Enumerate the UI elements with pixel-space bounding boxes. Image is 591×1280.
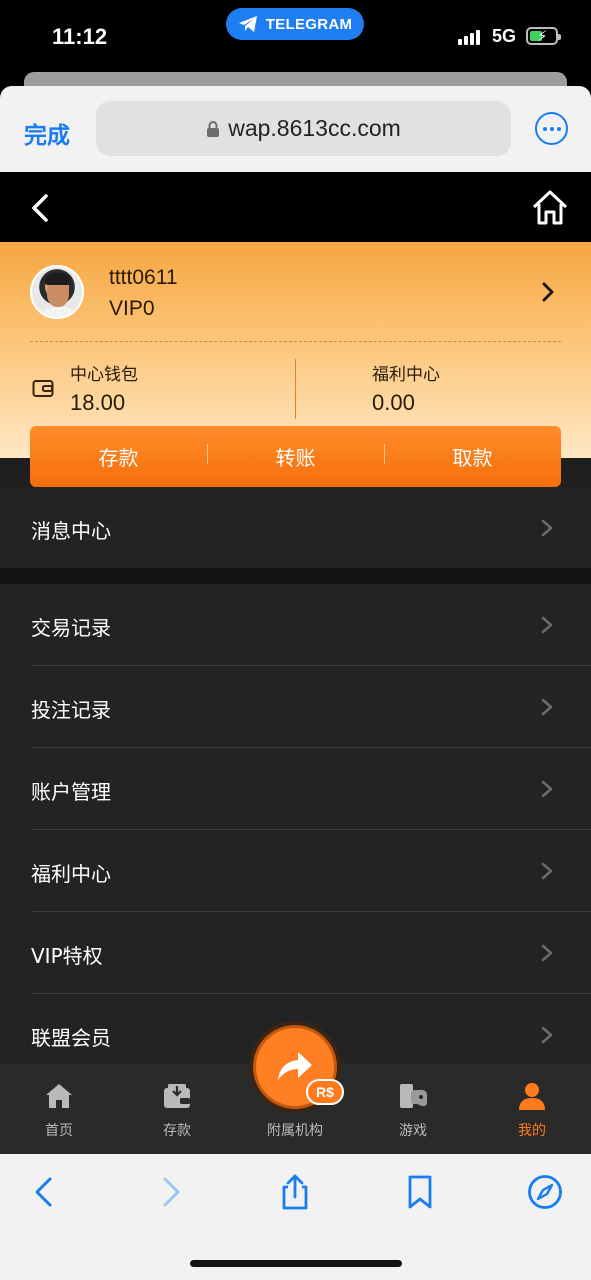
deposit-button[interactable]: 存款 (30, 442, 207, 471)
chevron-right-icon (541, 519, 553, 537)
tab-label: 附属机构 (267, 1123, 323, 1139)
gamepad-icon (400, 1084, 427, 1108)
withdraw-button[interactable]: 取款 (384, 442, 561, 471)
browser-top-bar: 完成 wap.8613cc.com (0, 86, 591, 172)
avatar[interactable] (30, 265, 84, 319)
chevron-right-icon (541, 944, 553, 962)
divider (295, 359, 296, 419)
welfare-label: 福利中心 (372, 365, 440, 385)
chevron-right-icon (541, 780, 553, 798)
tab-games[interactable]: 游戏 (354, 1064, 472, 1154)
home-tab-icon (46, 1084, 72, 1108)
telegram-icon (238, 16, 257, 32)
battery-icon: ⚡ (526, 27, 561, 45)
menu-item-messages[interactable]: 消息中心 (0, 487, 591, 569)
welfare-balance: 0.00 (372, 390, 415, 415)
tab-home[interactable]: 首页 (0, 1064, 118, 1154)
username: tttt0611 (109, 266, 178, 289)
tab-label: 首页 (45, 1123, 73, 1139)
browser-bottom-toolbar (0, 1154, 591, 1280)
tab-deposit[interactable]: 存款 (118, 1064, 236, 1154)
clock: 11:12 (52, 24, 108, 49)
menu-item-vip[interactable]: VIP特权 (0, 912, 591, 994)
menu-item-account[interactable]: 账户管理 (0, 748, 591, 830)
safari-back-icon[interactable] (25, 1172, 65, 1212)
signal-icon (458, 30, 480, 45)
done-button[interactable]: 完成 (24, 116, 70, 150)
chevron-right-icon (541, 862, 553, 880)
menu-item-welfare[interactable]: 福利中心 (0, 830, 591, 912)
chevron-right-icon[interactable] (538, 280, 558, 304)
safari-forward-icon[interactable] (150, 1172, 190, 1212)
transfer-button[interactable]: 转账 (207, 442, 384, 471)
tab-label: 游戏 (399, 1123, 427, 1139)
menu-item-label: 联盟会员 (31, 1026, 111, 1050)
address-bar[interactable]: wap.8613cc.com (96, 101, 511, 156)
tab-label: 我的 (518, 1123, 546, 1139)
tab-label: 存款 (163, 1123, 191, 1139)
chevron-right-icon (541, 698, 553, 716)
section-gap (0, 568, 591, 584)
menu-item-label: VIP特权 (31, 944, 103, 968)
wallet-balance: 18.00 (70, 390, 126, 415)
menu-item-label: 福利中心 (31, 862, 111, 886)
divider (30, 341, 561, 342)
currency-badge: R$ (306, 1079, 344, 1105)
deposit-tab-icon (164, 1084, 190, 1108)
menu-item-bets[interactable]: 投注记录 (0, 666, 591, 748)
user-icon (519, 1083, 545, 1110)
house-icon[interactable] (530, 188, 570, 228)
menu-item-label: 交易记录 (31, 616, 111, 640)
lock-icon (207, 120, 220, 137)
chevron-right-icon (541, 616, 553, 634)
share-icon[interactable] (275, 1172, 315, 1212)
compass-icon[interactable] (525, 1172, 565, 1212)
bookmarks-icon[interactable] (400, 1172, 440, 1212)
telegram-pill[interactable]: TELEGRAM (226, 8, 364, 40)
more-options-icon[interactable] (535, 112, 568, 145)
home-indicator (190, 1260, 402, 1267)
tab-mine[interactable]: 我的 (473, 1064, 591, 1154)
network-type: 5G (492, 26, 517, 46)
app-header (0, 172, 591, 242)
menu-item-label: 投注记录 (31, 698, 111, 722)
menu-item-label: 消息中心 (31, 519, 111, 543)
vip-level: VIP0 (109, 297, 155, 320)
wallet-label: 中心钱包 (70, 365, 138, 385)
action-bar: 存款 转账 取款 (30, 426, 561, 487)
status-bar: 11:12 TELEGRAM 5G ⚡ (0, 0, 591, 72)
menu-item-transactions[interactable]: 交易记录 (0, 584, 591, 666)
wallet-icon (32, 380, 54, 397)
url-text: wap.8613cc.com (228, 115, 401, 141)
pill-label: TELEGRAM (265, 15, 353, 33)
menu-item-label: 账户管理 (31, 780, 111, 804)
back-icon[interactable] (24, 190, 60, 226)
chevron-right-icon (541, 1026, 553, 1044)
